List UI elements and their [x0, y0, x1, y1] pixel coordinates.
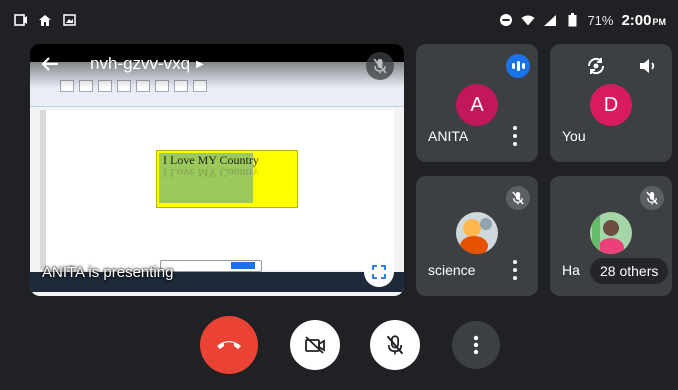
participant-tile-others[interactable]: Ha 28 others	[550, 176, 672, 296]
end-call-button[interactable]	[200, 316, 258, 374]
clock: 2:00PM	[621, 12, 666, 29]
mic-toggle-button[interactable]	[370, 320, 420, 370]
participant-name: ANITA	[428, 128, 469, 144]
dot	[513, 260, 517, 264]
more-options-button[interactable]	[510, 260, 520, 280]
mic-off-icon	[373, 58, 387, 74]
others-count-pill[interactable]: 28 others	[590, 258, 669, 284]
fullscreen-icon	[372, 265, 386, 279]
document-area: I Love MY Country I Love MY Country	[40, 110, 394, 270]
status-bar: 71% 2:00PM	[0, 0, 678, 40]
presenter-mic-muted	[366, 52, 394, 80]
dot	[513, 126, 517, 130]
more-options-button[interactable]	[452, 321, 500, 369]
volume-icon	[640, 59, 655, 73]
document-text-reflection: I Love MY Country	[163, 166, 259, 180]
avatar: A	[456, 84, 498, 126]
profile-photo	[456, 212, 498, 254]
status-right: 71% 2:00PM	[499, 12, 666, 29]
shared-screen: I Love MY Country I Love MY Country	[30, 62, 404, 296]
dnd-icon	[499, 13, 513, 27]
camera-off-icon	[305, 336, 325, 354]
status-left	[14, 13, 76, 27]
speaking-indicator	[506, 54, 530, 78]
taskbar-popup	[160, 260, 262, 272]
switch-camera-icon	[587, 57, 605, 75]
dot	[513, 142, 517, 146]
presenting-label: ANITA is presenting	[42, 264, 174, 281]
meeting-code: nvh-gzvv-vxq	[90, 54, 191, 73]
audio-bar	[516, 61, 520, 71]
participant-tile-science[interactable]: science	[416, 176, 538, 296]
participant-name: You	[562, 128, 586, 144]
back-arrow-icon	[41, 57, 58, 71]
fullscreen-button[interactable]	[364, 257, 394, 287]
popup-button	[231, 262, 255, 269]
mic-off-icon	[646, 191, 658, 205]
back-button[interactable]	[38, 52, 62, 76]
switch-camera-button[interactable]	[584, 54, 608, 78]
audio-bar	[521, 63, 525, 69]
hang-up-icon	[217, 341, 241, 349]
screen-record-icon	[14, 13, 28, 27]
clock-time: 2:00	[621, 11, 652, 29]
dot	[513, 276, 517, 280]
camera-toggle-button[interactable]	[290, 320, 340, 370]
dot	[513, 268, 517, 272]
participant-name: science	[428, 262, 476, 278]
battery-icon	[565, 13, 579, 27]
top-overlay	[30, 44, 404, 88]
document-page: I Love MY Country I Love MY Country	[46, 110, 394, 270]
gallery-icon	[62, 13, 76, 27]
wifi-icon	[521, 13, 535, 27]
caret-right-icon: ▶	[196, 58, 204, 70]
more-vert-icon	[473, 335, 479, 355]
yellow-shape: I Love MY Country I Love MY Country	[156, 150, 298, 208]
mic-muted-indicator	[640, 186, 664, 210]
mic-off-icon	[386, 335, 404, 355]
home-icon	[38, 13, 52, 27]
mic-off-icon	[512, 191, 524, 205]
clock-ampm: PM	[652, 16, 667, 27]
speaker-button[interactable]	[636, 54, 660, 78]
battery-percent: 71%	[587, 12, 614, 28]
more-options-button[interactable]	[510, 126, 520, 146]
mic-muted-indicator	[506, 186, 530, 210]
participant-tile-anita[interactable]: A ANITA	[416, 44, 538, 162]
profile-photo	[590, 212, 632, 254]
avatar: D	[590, 84, 632, 126]
meeting-title[interactable]: nvh-gzvv-vxq ▶	[90, 54, 204, 74]
participant-name: Ha	[562, 262, 580, 278]
participant-tile-you[interactable]: D You	[550, 44, 672, 162]
call-controls	[0, 316, 678, 376]
dot	[513, 134, 517, 138]
signal-icon	[543, 13, 557, 27]
audio-bar	[511, 63, 515, 69]
presentation-tile[interactable]: I Love MY Country I Love MY Country nvh-…	[30, 44, 404, 296]
